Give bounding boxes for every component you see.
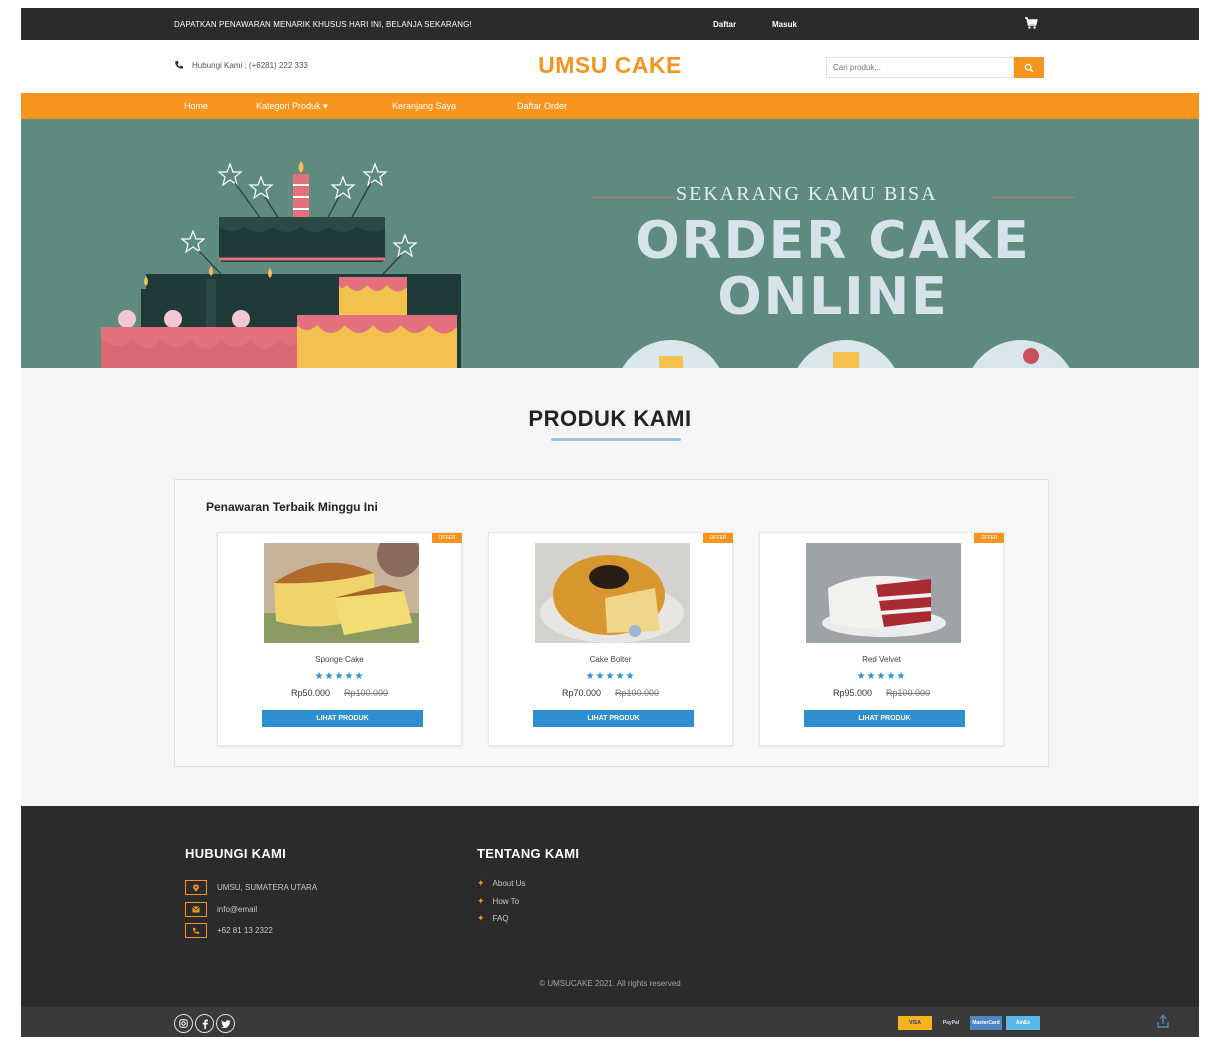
offer-box-title: Penawaran Terbaik Minggu Ini: [206, 500, 378, 514]
product-price: Rp50.000: [290, 688, 330, 698]
product-price-row: Rp95.000 Rp100.000: [760, 688, 1003, 698]
product-card: OFFER Cake Bolter ★★★★★ Rp70.000 Rp100.00…: [488, 532, 733, 746]
footer-link-label[interactable]: How To: [493, 897, 520, 906]
footer-contact-location: UMSU, SUMATERA UTARA: [185, 880, 317, 895]
banner-headline-2: ONLINE: [717, 267, 949, 327]
register-link[interactable]: Daftar: [713, 20, 736, 29]
copyright-text: © UMSUCAKE 2021. All rights reserved: [539, 979, 681, 988]
product-image[interactable]: [264, 543, 419, 643]
product-name: Red Velvet: [862, 655, 901, 664]
product-name: Sponge Cake: [315, 655, 364, 664]
footer-link-label[interactable]: About Us: [493, 879, 526, 888]
footer-contact-phone: +62 81 13 2322: [185, 923, 273, 938]
footer-about-title: TENTANG KAMI: [477, 846, 580, 861]
product-old-price: Rp100.000: [615, 688, 660, 698]
product-rating: ★★★★★: [585, 671, 636, 682]
instagram-icon[interactable]: [174, 1014, 193, 1033]
site-header: Hubungi Kami : (+6281) 222 333 UMSU CAKE: [21, 40, 1199, 93]
bullet-icon: ✦: [477, 913, 485, 923]
footer-link-howto[interactable]: ✦ How To: [477, 896, 519, 907]
offer-badge: OFFER: [703, 533, 733, 543]
bottom-bar: VISA PayPal MasterCard AmEx: [21, 1007, 1199, 1037]
search-input[interactable]: [826, 57, 1014, 78]
site-footer: HUBUNGI KAMI TENTANG KAMI UMSU, SUMATERA…: [21, 806, 1199, 1007]
section-title: PRODUK KAMI: [528, 406, 692, 431]
product-price-row: Rp50.000 Rp100.000: [218, 688, 461, 698]
nav-home[interactable]: Home: [184, 101, 208, 111]
search-icon: [1024, 63, 1034, 72]
nav-kategori-produk[interactable]: Kategori Produk ▾: [256, 101, 328, 112]
footer-contact-email: info@email: [185, 902, 257, 917]
product-card: OFFER Sponge Cake ★★★★★ Rp50.000 Rp100.00…: [217, 532, 462, 746]
product-image[interactable]: [806, 543, 961, 643]
view-product-button[interactable]: LIHAT PRODUK: [804, 710, 965, 727]
paypal-logo: PayPal: [936, 1016, 966, 1030]
birthday-cake-illustration: [101, 161, 461, 368]
share-icon[interactable]: [1154, 1013, 1172, 1031]
products-section: PRODUK KAMI Penawaran Terbaik Minggu Ini…: [21, 368, 1199, 806]
offer-badge: OFFER: [432, 533, 462, 543]
banner-subtitle: SEKARANG KAMU BISA: [676, 183, 938, 205]
top-bar: DAPATKAN PENAWARAN MENARIK KHUSUS HARI I…: [21, 8, 1199, 40]
footer-link-about[interactable]: ✦ About Us: [477, 878, 525, 889]
banner-circle-icons: [622, 340, 1070, 368]
email-icon: [185, 902, 207, 917]
product-price: Rp95.000: [832, 688, 872, 698]
bullet-icon: ✦: [477, 878, 485, 888]
section-underline: [551, 438, 681, 441]
main-nav: Home Kategori Produk ▾ Keranjang Saya Da…: [21, 93, 1199, 119]
visa-logo: VISA: [898, 1016, 932, 1030]
phone-icon: [185, 923, 207, 938]
product-rating: ★★★★★: [856, 671, 907, 682]
view-product-button[interactable]: LIHAT PRODUK: [533, 710, 694, 727]
payment-methods: VISA PayPal MasterCard AmEx: [898, 1016, 1040, 1030]
footer-link-faq[interactable]: ✦ FAQ: [477, 913, 509, 924]
offer-badge: OFFER: [974, 533, 1004, 543]
banner-headline-1: ORDER CAKE: [635, 211, 1031, 271]
product-rating: ★★★★★: [314, 671, 365, 682]
view-product-button[interactable]: LIHAT PRODUK: [262, 710, 423, 727]
footer-contact-text: +62 81 13 2322: [217, 926, 273, 935]
search-bar: [826, 57, 1044, 78]
footer-contact-text[interactable]: info@email: [217, 905, 257, 914]
promo-text: DAPATKAN PENAWARAN MENARIK KHUSUS HARI I…: [174, 19, 472, 29]
search-button[interactable]: [1014, 57, 1044, 78]
location-icon: [185, 880, 207, 895]
product-card: OFFER Red Velvet ★★★★★ Rp95.000 Rp100.000…: [759, 532, 1004, 746]
facebook-icon[interactable]: [195, 1014, 214, 1033]
product-old-price: Rp100.000: [886, 688, 931, 698]
mastercard-logo: MasterCard: [970, 1016, 1002, 1030]
hero-banner: SEKARANG KAMU BISA ORDER CAKE ONLINE: [21, 119, 1199, 368]
amex-logo: AmEx: [1006, 1016, 1040, 1030]
bullet-icon: ✦: [477, 896, 485, 906]
offer-box: Penawaran Terbaik Minggu Ini OFFER Spong…: [174, 479, 1049, 767]
twitter-icon[interactable]: [216, 1014, 235, 1033]
product-image[interactable]: [535, 543, 690, 643]
login-link[interactable]: Masuk: [772, 20, 797, 29]
nav-keranjang-saya[interactable]: Keranjang Saya: [392, 101, 456, 111]
banner-right-line: [991, 197, 1075, 198]
footer-contact-text: UMSU, SUMATERA UTARA: [217, 883, 318, 892]
product-price: Rp70.000: [561, 688, 601, 698]
nav-daftar-order[interactable]: Daftar Order: [517, 101, 567, 111]
footer-contact-title: HUBUNGI KAMI: [185, 846, 287, 861]
footer-link-label[interactable]: FAQ: [493, 914, 509, 923]
social-links: [174, 1014, 235, 1033]
product-name: Cake Bolter: [589, 655, 632, 664]
product-price-row: Rp70.000 Rp100.000: [489, 688, 732, 698]
cart-icon[interactable]: [1024, 16, 1038, 30]
product-old-price: Rp100.000: [344, 688, 389, 698]
banner-left-line: [591, 197, 675, 198]
